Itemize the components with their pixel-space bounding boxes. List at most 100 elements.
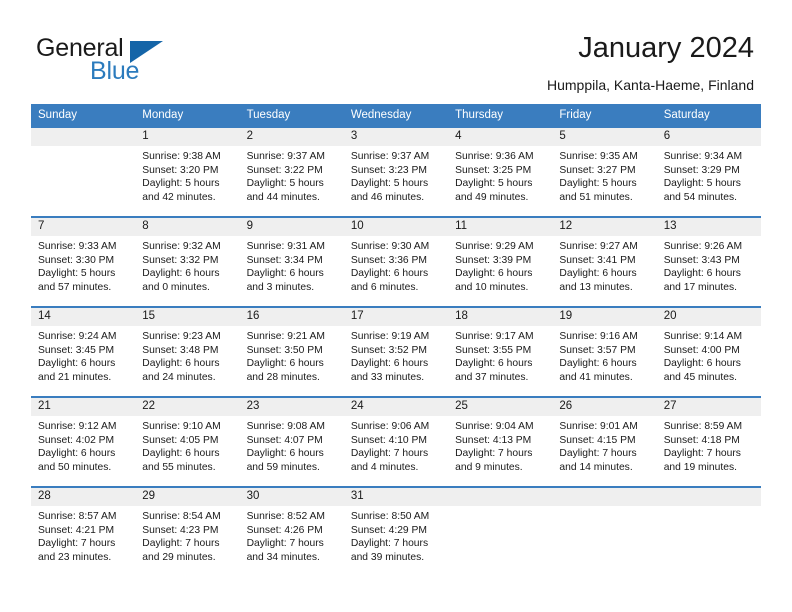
day-details: Sunrise: 9:04 AM Sunset: 4:13 PM Daylight:…: [448, 416, 552, 474]
calendar-day-cell[interactable]: 23 Sunrise: 9:08 AM Sunset: 4:07 PM Dayligh…: [239, 396, 344, 487]
day-details: Sunrise: 8:50 AM Sunset: 4:29 PM Daylight:…: [344, 506, 448, 564]
calendar-day-cell[interactable]: 7 Sunrise: 9:33 AM Sunset: 3:30 PM Daylight…: [31, 216, 136, 307]
day-details: Sunrise: 9:06 AM Sunset: 4:10 PM Daylight:…: [344, 416, 448, 474]
calendar-day-cell[interactable]: 16 Sunrise: 9:21 AM Sunset: 3:50 PM Dayligh…: [239, 306, 344, 397]
page-subtitle: Humppila, Kanta-Haeme, Finland: [547, 77, 754, 93]
day-number: 14: [31, 308, 136, 326]
sunset-time: Sunset: 4:23 PM: [142, 524, 219, 536]
daylight-duration-line1: Daylight: 6 hours: [142, 448, 220, 460]
calendar-day-cell[interactable]: 6 Sunrise: 9:34 AM Sunset: 3:29 PM Daylight…: [656, 126, 761, 217]
sunrise-time: Sunrise: 9:21 AM: [246, 331, 325, 342]
calendar-day-cell[interactable]: 2 Sunrise: 9:37 AM Sunset: 3:22 PM Daylight…: [239, 126, 344, 217]
day-number: 21: [31, 398, 136, 416]
daylight-duration-line2: and 57 minutes.: [38, 281, 112, 293]
calendar-header-row: Sunday Monday Tuesday Wednesday Thursday…: [31, 104, 761, 127]
calendar-day-cell[interactable]: 21 Sunrise: 9:12 AM Sunset: 4:02 PM Dayligh…: [31, 396, 136, 487]
sunset-time: Sunset: 4:21 PM: [38, 524, 115, 536]
calendar-day-cell[interactable]: 1 Sunrise: 9:38 AM Sunset: 3:20 PM Daylight…: [135, 126, 240, 217]
daylight-duration-line1: Daylight: 5 hours: [142, 178, 220, 190]
daylight-duration-line1: Daylight: 6 hours: [246, 448, 324, 460]
day-number: 22: [135, 398, 240, 416]
calendar-day-cell[interactable]: 27 Sunrise: 8:59 AM Sunset: 4:18 PM Dayligh…: [656, 396, 761, 487]
daylight-duration-line1: Daylight: 7 hours: [142, 538, 220, 550]
daylight-duration-line2: and 24 minutes.: [142, 371, 216, 383]
sunrise-time: Sunrise: 9:38 AM: [142, 151, 221, 162]
daylight-duration-line2: and 23 minutes.: [38, 551, 112, 563]
sunset-time: Sunset: 3:52 PM: [350, 344, 427, 356]
calendar-day-cell[interactable]: 10 Sunrise: 9:30 AM Sunset: 3:36 PM Dayligh…: [343, 216, 449, 307]
calendar-day-cell[interactable]: 12 Sunrise: 9:27 AM Sunset: 3:41 PM Dayligh…: [552, 216, 657, 307]
day-details: Sunrise: 9:21 AM Sunset: 3:50 PM Daylight:…: [240, 326, 344, 384]
sunset-time: Sunset: 3:55 PM: [455, 344, 532, 356]
calendar-day-cell[interactable]: 31 Sunrise: 8:50 AM Sunset: 4:29 PM Dayligh…: [343, 486, 449, 576]
sunset-time: Sunset: 3:34 PM: [246, 254, 323, 266]
daylight-duration-line1: Daylight: 6 hours: [38, 358, 116, 370]
calendar-day-cell[interactable]: 30 Sunrise: 8:52 AM Sunset: 4:26 PM Dayligh…: [239, 486, 344, 576]
day-details: Sunrise: 9:10 AM Sunset: 4:05 PM Daylight:…: [135, 416, 239, 474]
calendar-day-cell[interactable]: 28 Sunrise: 8:57 AM Sunset: 4:21 PM Dayligh…: [31, 486, 136, 576]
calendar-day-cell[interactable]: 4 Sunrise: 9:36 AM Sunset: 3:25 PM Daylight…: [448, 126, 553, 217]
daylight-duration-line2: and 34 minutes.: [246, 551, 320, 563]
calendar-day-cell[interactable]: 9 Sunrise: 9:31 AM Sunset: 3:34 PM Daylight…: [239, 216, 344, 307]
sunset-time: Sunset: 3:36 PM: [350, 254, 427, 266]
day-number: 17: [343, 308, 449, 326]
sunrise-time: Sunrise: 9:31 AM: [246, 241, 325, 252]
sunset-time: Sunset: 3:25 PM: [455, 164, 532, 176]
day-details: Sunrise: 9:35 AM Sunset: 3:27 PM Daylight:…: [552, 146, 656, 204]
daylight-duration-line1: Daylight: 6 hours: [559, 358, 637, 370]
calendar-day-cell[interactable]: 14 Sunrise: 9:24 AM Sunset: 3:45 PM Dayligh…: [31, 306, 136, 397]
calendar-week-row: 28 Sunrise: 8:57 AM Sunset: 4:21 PM Dayligh…: [31, 486, 761, 576]
calendar-day-cell[interactable]: 20 Sunrise: 9:14 AM Sunset: 4:00 PM Dayligh…: [656, 306, 761, 397]
calendar-day-cell[interactable]: 8 Sunrise: 9:32 AM Sunset: 3:32 PM Daylight…: [135, 216, 240, 307]
sunrise-time: Sunrise: 9:30 AM: [350, 241, 430, 252]
sunrise-time: Sunrise: 9:37 AM: [246, 151, 325, 162]
calendar-day-cell[interactable]: 18 Sunrise: 9:17 AM Sunset: 3:55 PM Dayligh…: [448, 306, 553, 397]
brand-logo[interactable]: General Blue: [36, 34, 276, 90]
sunrise-time: Sunrise: 9:16 AM: [559, 331, 638, 342]
daylight-duration-line2: and 6 minutes.: [350, 281, 419, 293]
sunrise-time: Sunrise: 9:35 AM: [559, 151, 638, 162]
sunrise-time: Sunrise: 9:37 AM: [350, 151, 430, 162]
daylight-duration-line2: and 21 minutes.: [38, 371, 112, 383]
daylight-duration-line1: Daylight: 6 hours: [142, 358, 220, 370]
calendar-day-cell[interactable]: 19 Sunrise: 9:16 AM Sunset: 3:57 PM Dayligh…: [552, 306, 657, 397]
calendar-page: General Blue January 2024 Humppila, Kant…: [0, 0, 792, 612]
sunset-time: Sunset: 4:13 PM: [455, 434, 532, 446]
sunset-time: Sunset: 3:45 PM: [38, 344, 115, 356]
day-number: 30: [239, 488, 344, 506]
calendar-day-cell[interactable]: 5 Sunrise: 9:35 AM Sunset: 3:27 PM Daylight…: [552, 126, 657, 217]
calendar-day-cell[interactable]: 29 Sunrise: 8:54 AM Sunset: 4:23 PM Dayligh…: [135, 486, 240, 576]
day-number: 9: [239, 218, 344, 236]
sunset-time: Sunset: 4:05 PM: [142, 434, 219, 446]
sunset-time: Sunset: 3:41 PM: [559, 254, 636, 266]
daylight-duration-line2: and 54 minutes.: [663, 191, 737, 203]
calendar-day-cell[interactable]: 22 Sunrise: 9:10 AM Sunset: 4:05 PM Dayligh…: [135, 396, 240, 487]
sunrise-time: Sunrise: 8:52 AM: [246, 511, 325, 522]
daylight-duration-line1: Daylight: 5 hours: [559, 178, 637, 190]
calendar-empty-cell: [31, 126, 136, 217]
calendar-day-cell[interactable]: 17 Sunrise: 9:19 AM Sunset: 3:52 PM Dayligh…: [343, 306, 449, 397]
sunrise-time: Sunrise: 9:06 AM: [350, 421, 430, 432]
day-details: Sunrise: 9:37 AM Sunset: 3:22 PM Daylight:…: [240, 146, 344, 204]
sunrise-time: Sunrise: 9:14 AM: [663, 331, 743, 342]
calendar-day-cell[interactable]: 26 Sunrise: 9:01 AM Sunset: 4:15 PM Dayligh…: [552, 396, 657, 487]
calendar-day-cell[interactable]: 3 Sunrise: 9:37 AM Sunset: 3:23 PM Daylight…: [343, 126, 449, 217]
calendar-day-cell[interactable]: 25 Sunrise: 9:04 AM Sunset: 4:13 PM Dayligh…: [448, 396, 553, 487]
sunrise-time: Sunrise: 9:36 AM: [455, 151, 534, 162]
day-details: Sunrise: 9:27 AM Sunset: 3:41 PM Daylight:…: [552, 236, 656, 294]
sunset-time: Sunset: 4:07 PM: [246, 434, 323, 446]
day-number: 12: [552, 218, 657, 236]
calendar-week-row: 21 Sunrise: 9:12 AM Sunset: 4:02 PM Dayligh…: [31, 396, 761, 487]
weekday-header-sunday: Sunday: [31, 104, 136, 127]
calendar-day-cell[interactable]: 13 Sunrise: 9:26 AM Sunset: 3:43 PM Dayligh…: [656, 216, 761, 307]
calendar-day-cell[interactable]: 15 Sunrise: 9:23 AM Sunset: 3:48 PM Dayligh…: [135, 306, 240, 397]
calendar-empty-cell: [656, 486, 761, 576]
day-details: Sunrise: 9:33 AM Sunset: 3:30 PM Daylight:…: [31, 236, 135, 294]
calendar-day-cell[interactable]: 24 Sunrise: 9:06 AM Sunset: 4:10 PM Dayligh…: [343, 396, 449, 487]
sunrise-time: Sunrise: 9:08 AM: [246, 421, 325, 432]
daylight-duration-line1: Daylight: 7 hours: [559, 448, 637, 460]
calendar-day-cell[interactable]: 11 Sunrise: 9:29 AM Sunset: 3:39 PM Dayligh…: [448, 216, 553, 307]
sunset-time: Sunset: 3:57 PM: [559, 344, 636, 356]
sunrise-time: Sunrise: 9:27 AM: [559, 241, 638, 252]
daylight-duration-line1: Daylight: 7 hours: [246, 538, 324, 550]
